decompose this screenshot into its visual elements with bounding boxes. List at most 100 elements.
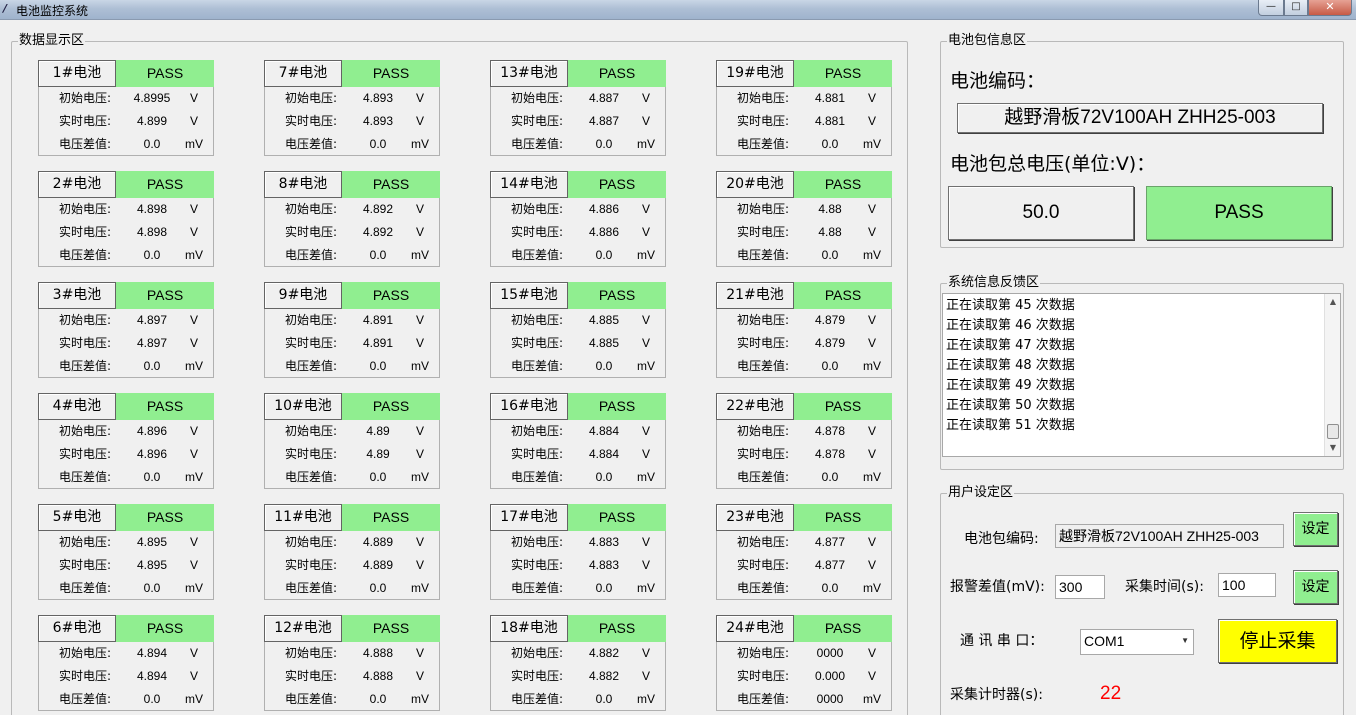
- cell-header: 13#电池 PASS: [490, 60, 666, 87]
- cell-status-badge: PASS: [116, 615, 214, 642]
- unit-v: V: [189, 424, 198, 438]
- cell-status-badge: PASS: [116, 171, 214, 198]
- stop-sampling-button[interactable]: 停止采集: [1218, 619, 1337, 663]
- cell-status-badge: PASS: [342, 171, 440, 198]
- battery-cell-card: 1#电池 PASS 初始电压: 4.8995 V 实时电压: 4.899 V 电压差值: 0.0 m…: [38, 60, 214, 156]
- unit-mv: mV: [411, 359, 429, 373]
- realtime-voltage-row: 实时电压: 4.896 V: [39, 444, 215, 464]
- cell-header: 19#电池 PASS: [716, 60, 892, 87]
- cell-header: 2#电池 PASS: [38, 171, 214, 198]
- initial-voltage-value: 4.885: [588, 313, 620, 327]
- unit-mv: mV: [637, 581, 655, 595]
- cell-header: 7#电池 PASS: [264, 60, 440, 87]
- unit-v: V: [415, 225, 424, 239]
- unit-mv: mV: [411, 470, 429, 484]
- cell-id-label: 20#电池: [716, 171, 794, 198]
- initial-voltage-value: 4.891: [362, 313, 394, 327]
- unit-v: V: [641, 424, 650, 438]
- cell-header: 20#电池 PASS: [716, 171, 892, 198]
- maximize-button[interactable]: □: [1284, 0, 1308, 16]
- cell-status-badge: PASS: [568, 171, 666, 198]
- unit-v: V: [867, 535, 876, 549]
- voltage-diff-row: 电压差值: 0000 mV: [717, 689, 893, 709]
- unit-v: V: [867, 558, 876, 572]
- minimize-button[interactable]: —: [1258, 0, 1284, 16]
- unit-v: V: [641, 669, 650, 683]
- cell-id-label: 1#电池: [38, 60, 116, 87]
- initial-voltage-value: 4.888: [362, 646, 394, 660]
- battery-cell-card: 21#电池 PASS 初始电压: 4.879 V 实时电压: 4.879 V 电压差值: 0.0 m…: [716, 282, 892, 378]
- system-log-title: 系统信息反馈区: [947, 275, 1041, 291]
- initial-voltage-value: 0000: [816, 646, 844, 660]
- realtime-voltage-row: 实时电压: 4.898 V: [39, 222, 215, 242]
- voltage-diff-row: 电压差值: 0.0 mV: [265, 578, 441, 598]
- unit-mv: mV: [637, 470, 655, 484]
- voltage-diff-value: 0.0: [369, 359, 387, 373]
- unit-mv: mV: [863, 137, 881, 151]
- voltage-diff-row: 电压差值: 0.0 mV: [265, 467, 441, 487]
- unit-v: V: [415, 202, 424, 216]
- voltage-diff-row: 电压差值: 0.0 mV: [491, 467, 667, 487]
- voltage-diff-row: 电压差值: 0.0 mV: [39, 245, 215, 265]
- initial-voltage-row: 初始电压: 4.893 V: [265, 88, 441, 108]
- realtime-voltage-row: 实时电压: 4.881 V: [717, 111, 893, 131]
- initial-voltage-row: 初始电压: 4.88 V: [717, 199, 893, 219]
- voltage-diff-value: 0.0: [369, 581, 387, 595]
- close-button[interactable]: ✕: [1308, 0, 1352, 16]
- cell-header: 3#电池 PASS: [38, 282, 214, 309]
- realtime-voltage-row: 实时电压: 4.885 V: [491, 333, 667, 353]
- pack-code-input[interactable]: 越野滑板72V100AH ZHH25-003: [1055, 524, 1284, 548]
- realtime-voltage-row: 实时电压: 4.889 V: [265, 555, 441, 575]
- realtime-voltage-row: 实时电压: 4.886 V: [491, 222, 667, 242]
- serial-port-select[interactable]: COM1 ▼: [1080, 629, 1194, 655]
- cell-header: 23#电池 PASS: [716, 504, 892, 531]
- voltage-diff-value: 0.0: [821, 248, 839, 262]
- unit-mv: mV: [863, 359, 881, 373]
- voltage-diff-row: 电压差值: 0.0 mV: [491, 689, 667, 709]
- serial-port-label: 通 讯 串 口：: [960, 633, 1044, 649]
- alarm-diff-label: 报警差值(mV):: [950, 579, 1045, 595]
- realtime-voltage-row: 实时电压: 4.878 V: [717, 444, 893, 464]
- scroll-up-icon[interactable]: ▲: [1325, 294, 1341, 310]
- unit-mv: mV: [637, 137, 655, 151]
- cell-id-label: 8#电池: [264, 171, 342, 198]
- voltage-diff-value: 0.0: [143, 581, 161, 595]
- cell-status-badge: PASS: [568, 393, 666, 420]
- battery-cell-card: 4#电池 PASS 初始电压: 4.896 V 实时电压: 4.896 V 电压差值: 0.0 mV: [38, 393, 214, 489]
- scroll-down-icon[interactable]: ▼: [1325, 440, 1341, 456]
- initial-voltage-row: 初始电压: 4.885 V: [491, 310, 667, 330]
- initial-voltage-value: 4.882: [588, 646, 620, 660]
- log-scrollbar[interactable]: ▲ ▼: [1324, 294, 1340, 456]
- unit-mv: mV: [637, 692, 655, 706]
- unit-v: V: [867, 313, 876, 327]
- battery-cell-card: 9#电池 PASS 初始电压: 4.891 V 实时电压: 4.891 V 电压差值: 0.0 mV: [264, 282, 440, 378]
- unit-v: V: [641, 114, 650, 128]
- initial-voltage-value: 4.878: [814, 424, 846, 438]
- sample-time-input[interactable]: 100: [1218, 573, 1276, 597]
- unit-v: V: [867, 447, 876, 461]
- realtime-voltage-value: 4.88: [818, 225, 842, 239]
- realtime-voltage-value: 4.891: [362, 336, 394, 350]
- voltage-diff-value: 0000: [816, 692, 844, 706]
- unit-mv: mV: [411, 248, 429, 262]
- set-pack-code-button[interactable]: 设定: [1293, 512, 1338, 546]
- set-params-button[interactable]: 设定: [1293, 570, 1338, 604]
- realtime-voltage-value: 4.888: [362, 669, 394, 683]
- voltage-diff-value: 0.0: [595, 470, 613, 484]
- alarm-diff-input[interactable]: 300: [1055, 575, 1105, 599]
- scroll-thumb[interactable]: [1327, 424, 1339, 439]
- cell-id-label: 4#电池: [38, 393, 116, 420]
- initial-voltage-row: 初始电压: 4.889 V: [265, 532, 441, 552]
- cell-status-badge: PASS: [116, 393, 214, 420]
- cell-header: 15#电池 PASS: [490, 282, 666, 309]
- initial-voltage-row: 初始电压: 4.887 V: [491, 88, 667, 108]
- system-log-box[interactable]: 正在读取第 45 次数据 正在读取第 46 次数据 正在读取第 47 次数据 正在读取…: [942, 293, 1341, 457]
- realtime-voltage-row: 实时电压: 4.895 V: [39, 555, 215, 575]
- battery-cell-card: 2#电池 PASS 初始电压: 4.898 V 实时电压: 4.898 V 电压差值: 0.0 mV: [38, 171, 214, 267]
- battery-cell-card: 17#电池 PASS 初始电压: 4.883 V 实时电压: 4.883 V 电压差值: 0.0 m…: [490, 504, 666, 600]
- realtime-voltage-row: 实时电压: 4.89 V: [265, 444, 441, 464]
- cell-status-badge: PASS: [794, 60, 892, 87]
- realtime-voltage-value: 4.885: [588, 336, 620, 350]
- cell-id-label: 23#电池: [716, 504, 794, 531]
- initial-voltage-value: 4.89: [366, 424, 390, 438]
